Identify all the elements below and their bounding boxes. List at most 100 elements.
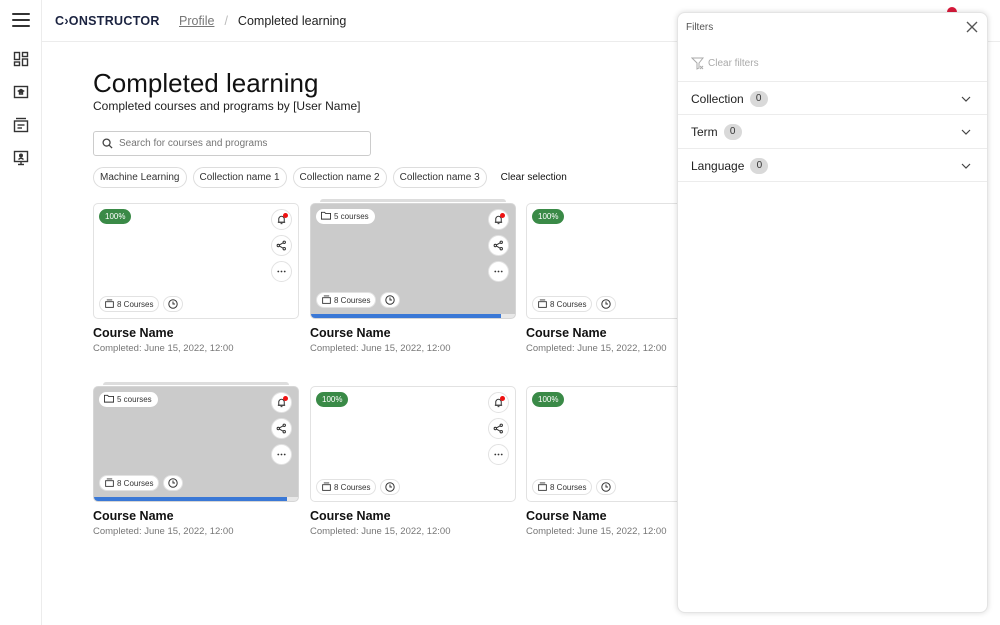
close-icon[interactable] <box>965 20 979 34</box>
clear-selection-button[interactable]: Clear selection <box>501 172 567 183</box>
breadcrumb-profile-link[interactable]: Profile <box>179 14 214 28</box>
programs-icon[interactable] <box>13 117 29 133</box>
stack-icon <box>322 481 331 493</box>
courses-count-pill: 8 Courses <box>99 475 160 491</box>
courses-count-pill: 8 Courses <box>316 292 377 308</box>
program-courses-pill: 5 courses <box>99 392 158 407</box>
clock-icon <box>596 479 617 495</box>
chip-collection-3[interactable]: Collection name 3 <box>392 167 487 188</box>
course-card[interactable]: 5 courses 8 Courses Course Name Completed: … <box>310 199 516 354</box>
courses-count: 8 Courses <box>334 295 371 305</box>
course-card[interactable]: 100% 8 Courses Course Name Completed: June … <box>310 386 516 537</box>
notification-bell-icon[interactable] <box>488 209 509 230</box>
notification-bell-icon[interactable] <box>488 392 509 413</box>
courses-count-pill: 8 Courses <box>99 296 160 312</box>
chip-collection-2[interactable]: Collection name 2 <box>292 167 387 188</box>
unread-dot <box>283 396 288 401</box>
card-meta: 8 Courses <box>532 296 617 312</box>
card-title[interactable]: Course Name <box>310 509 516 523</box>
clear-filters-label: Clear filters <box>708 58 759 69</box>
card-actions <box>271 209 292 282</box>
card-thumbnail[interactable]: 100% 8 Courses <box>93 203 299 319</box>
courses-count: 8 Courses <box>550 299 587 309</box>
folder-icon <box>321 211 331 222</box>
breadcrumb-separator: / <box>224 14 228 28</box>
card-meta: 8 Courses <box>532 479 617 495</box>
more-options-icon[interactable] <box>488 444 509 465</box>
presentation-icon[interactable] <box>13 150 29 166</box>
stack-edge <box>320 199 506 202</box>
unread-dot <box>500 396 505 401</box>
filter-label: Collection <box>691 91 744 106</box>
card-meta: 8 Courses <box>99 475 184 491</box>
clock-icon <box>380 479 401 495</box>
chevron-down-icon <box>961 129 971 135</box>
share-icon[interactable] <box>488 418 509 439</box>
stack-icon <box>538 481 547 493</box>
share-icon[interactable] <box>271 418 292 439</box>
card-thumbnail[interactable]: 100% 8 Courses <box>310 386 516 502</box>
progress-bar <box>94 497 287 501</box>
card-meta: 8 Courses <box>316 292 401 308</box>
card-title[interactable]: Course Name <box>310 326 516 340</box>
stack-icon <box>322 294 331 306</box>
chip-collection-1[interactable]: Collection name 1 <box>192 167 287 188</box>
filter-count-badge: 0 <box>723 123 742 140</box>
clock-icon <box>163 296 184 312</box>
card-completed-date: Completed: June 15, 2022, 12:00 <box>310 343 451 354</box>
collection-chips: Machine Learning Collection name 1 Colle… <box>93 167 567 188</box>
more-options-icon[interactable] <box>488 261 509 282</box>
unread-dot <box>500 213 505 218</box>
page-title: Completed learning <box>93 68 319 98</box>
courses-count: 8 Courses <box>117 299 154 309</box>
search-input[interactable] <box>119 138 359 149</box>
filter-count-badge: 0 <box>750 157 769 174</box>
card-thumbnail[interactable]: 5 courses 8 Courses <box>93 386 299 502</box>
search-icon <box>102 138 113 149</box>
card-actions <box>271 392 292 465</box>
courses-count: 8 Courses <box>334 482 371 492</box>
filter-label: Language <box>691 158 745 173</box>
filter-section-language[interactable]: Language 0 <box>678 148 987 182</box>
search-field[interactable] <box>93 131 371 156</box>
card-meta: 8 Courses <box>316 479 401 495</box>
courses-icon[interactable] <box>13 84 29 100</box>
courses-count: 8 Courses <box>117 478 154 488</box>
hamburger-menu-icon[interactable] <box>12 13 30 29</box>
completion-badge: 100% <box>532 209 565 224</box>
clock-icon <box>380 292 401 308</box>
notification-bell-icon[interactable] <box>271 392 292 413</box>
share-icon[interactable] <box>271 235 292 256</box>
filters-panel: Filters Clear filters Collection 0 Term … <box>677 12 988 613</box>
sidebar <box>0 0 42 625</box>
dashboard-icon[interactable] <box>13 51 29 67</box>
card-title[interactable]: Course Name <box>93 509 299 523</box>
card-completed-date: Completed: June 15, 2022, 12:00 <box>93 343 234 354</box>
course-card[interactable]: 5 courses 8 Courses Course Name Completed: … <box>93 382 299 537</box>
card-actions <box>488 209 509 282</box>
stack-edge <box>103 382 289 385</box>
card-meta: 8 Courses <box>99 296 184 312</box>
filter-section-term[interactable]: Term 0 <box>678 114 987 148</box>
card-thumbnail[interactable]: 5 courses 8 Courses <box>310 203 516 319</box>
completion-badge: 100% <box>316 392 349 407</box>
chip-machine-learning[interactable]: Machine Learning <box>93 167 187 188</box>
filter-section-collection[interactable]: Collection 0 <box>678 81 987 115</box>
constructor-logo[interactable]: C›ONSTRUCTOR <box>55 14 160 28</box>
filter-label: Term <box>691 124 718 139</box>
program-courses-pill: 5 courses <box>316 209 375 224</box>
courses-count-pill: 8 Courses <box>532 479 593 495</box>
completion-badge: 100% <box>99 209 132 224</box>
courses-count-pill: 8 Courses <box>316 479 377 495</box>
stack-icon <box>538 298 547 310</box>
program-courses-count: 5 courses <box>117 395 152 404</box>
clear-filters-button[interactable]: Clear filters <box>691 57 759 70</box>
notification-bell-icon[interactable] <box>271 209 292 230</box>
card-completed-date: Completed: June 15, 2022, 12:00 <box>93 526 234 537</box>
share-icon[interactable] <box>488 235 509 256</box>
card-title[interactable]: Course Name <box>93 326 299 340</box>
progress-bar <box>311 314 501 318</box>
more-options-icon[interactable] <box>271 444 292 465</box>
more-options-icon[interactable] <box>271 261 292 282</box>
course-card[interactable]: 100% 8 Courses Course Name Completed: June … <box>93 203 299 354</box>
